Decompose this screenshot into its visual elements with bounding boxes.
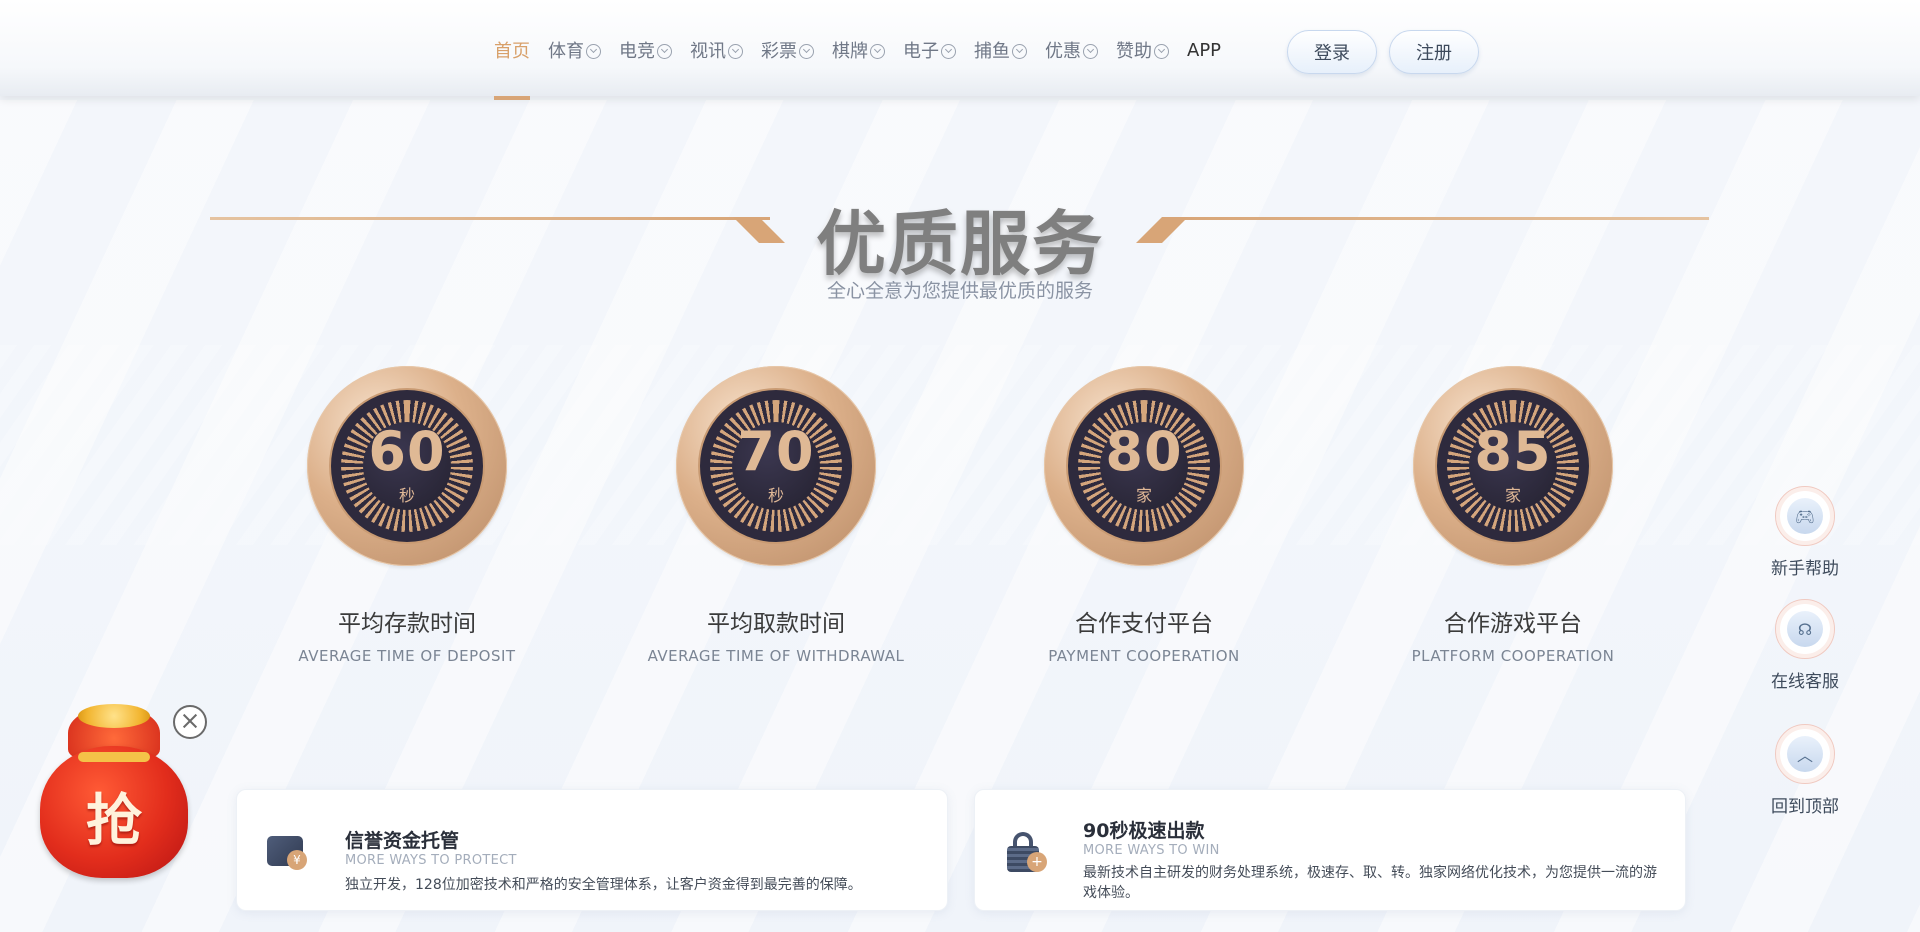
stat-value: 60 xyxy=(368,420,446,483)
stat-subtitle: PLATFORM COOPERATION xyxy=(1411,647,1615,665)
chevron-down-icon xyxy=(1012,43,1027,59)
card-subtitle: MORE WAYS TO PROTECT xyxy=(345,853,517,868)
nav-item-chess-cards[interactable]: 棋牌 xyxy=(832,0,885,100)
main-nav: 首页 体育 电竞 视讯 彩票 棋牌 电子 捕鱼 优惠 赞助 APP xyxy=(494,0,1239,100)
medal-badge: 85 家 xyxy=(1413,366,1613,566)
chevron-up-icon: ︿ xyxy=(1787,736,1823,772)
card-title: 90秒极速出款 xyxy=(1083,820,1205,842)
gold-coins-icon xyxy=(78,704,150,728)
nav-item-label: 首页 xyxy=(494,41,530,62)
feature-card-fund-custody: ¥ 信誉资金托管 MORE WAYS TO PROTECT 独立开发，128位加… xyxy=(236,789,948,911)
stat-value: 80 xyxy=(1105,420,1183,483)
nav-item-label: 彩票 xyxy=(761,41,797,62)
stat-game-platforms: 85 家 合作游戏平台 PLATFORM COOPERATION xyxy=(1363,366,1663,665)
section-subtitle: 全心全意为您提供最优质的服务 xyxy=(826,280,1093,302)
side-customer-service-button[interactable]: ☊ 在线客服 xyxy=(1760,599,1850,692)
card-description: 独立开发，128位加密技术和严格的安全管理体系，让客户资金得到最完善的保障。 xyxy=(345,877,862,893)
nav-item-esports[interactable]: 电竞 xyxy=(619,0,672,100)
nav-item-live-video[interactable]: 视讯 xyxy=(690,0,743,100)
register-button[interactable]: 注册 xyxy=(1389,30,1479,74)
nav-item-label: 捕鱼 xyxy=(974,41,1010,62)
medal-badge: 80 家 xyxy=(1044,366,1244,566)
chevron-down-icon xyxy=(657,43,672,59)
stat-unit: 秒 xyxy=(767,486,784,505)
side-back-to-top-button[interactable]: ︿ 回到顶部 xyxy=(1760,724,1850,817)
stat-payment-platforms: 80 家 合作支付平台 PAYMENT COOPERATION xyxy=(994,366,1294,665)
medal-badge: 70 秒 xyxy=(676,366,876,566)
stat-deposit-time: 60 秒 平均存款时间 AVERAGE TIME OF DEPOSIT xyxy=(257,366,557,665)
side-service-label: 在线客服 xyxy=(1771,672,1839,692)
chevron-down-icon xyxy=(728,43,743,59)
stat-title: 合作支付平台 xyxy=(1075,611,1213,637)
nav-item-label: 电子 xyxy=(903,41,939,62)
stat-title: 平均存款时间 xyxy=(338,611,476,637)
stat-unit: 家 xyxy=(1504,486,1521,505)
stat-value: 70 xyxy=(737,420,815,483)
nav-item-label: 优惠 xyxy=(1045,41,1081,62)
plus-badge-icon: + xyxy=(1027,852,1047,872)
login-button[interactable]: 登录 xyxy=(1287,30,1377,74)
chevron-down-icon xyxy=(799,43,814,59)
auth-buttons: 登录 注册 xyxy=(1287,30,1491,74)
nav-item-fishing[interactable]: 捕鱼 xyxy=(974,0,1027,100)
stat-withdrawal-time: 70 秒 平均取款时间 AVERAGE TIME OF WITHDRAWAL xyxy=(626,366,926,665)
card-subtitle: MORE WAYS TO WIN xyxy=(1083,843,1220,858)
top-header: 首页 体育 电竞 视讯 彩票 棋牌 电子 捕鱼 优惠 赞助 APP 登录 注册 xyxy=(0,0,1920,100)
red-envelope-promo[interactable]: 抢 xyxy=(38,704,190,878)
nav-item-lottery[interactable]: 彩票 xyxy=(761,0,814,100)
stat-subtitle: AVERAGE TIME OF DEPOSIT xyxy=(298,647,516,665)
nav-item-promotions[interactable]: 优惠 xyxy=(1045,0,1098,100)
section-title: 优质服务 xyxy=(816,203,1104,285)
lock-icon: + xyxy=(1005,832,1049,872)
nav-item-electronic[interactable]: 电子 xyxy=(903,0,956,100)
stat-unit: 秒 xyxy=(398,486,415,505)
nav-item-label: 棋牌 xyxy=(832,41,868,62)
card-title: 信誉资金托管 xyxy=(345,830,460,852)
chevron-down-icon xyxy=(1154,43,1169,59)
nav-item-sports[interactable]: 体育 xyxy=(548,0,601,100)
yuan-badge-icon: ¥ xyxy=(287,850,307,870)
nav-item-label: 电竞 xyxy=(619,41,655,62)
stat-subtitle: AVERAGE TIME OF WITHDRAWAL xyxy=(647,647,905,665)
side-top-label: 回到顶部 xyxy=(1771,797,1839,817)
nav-item-label: 体育 xyxy=(548,41,584,62)
stat-value: 85 xyxy=(1474,420,1552,483)
nav-item-label: APP xyxy=(1187,39,1222,61)
card-description: 最新技术自主研发的财务处理系统，极速存、取、转。独家网络优化技术，为您提供一流的… xyxy=(1083,865,1657,901)
stat-unit: 家 xyxy=(1135,486,1152,505)
headset-icon: ☊ xyxy=(1787,611,1823,647)
chevron-down-icon xyxy=(941,43,956,59)
close-icon[interactable] xyxy=(173,705,207,739)
nav-item-sponsorship[interactable]: 赞助 xyxy=(1116,0,1169,100)
chevron-down-icon xyxy=(1083,43,1098,59)
stat-title: 平均取款时间 xyxy=(707,611,845,637)
nav-item-app[interactable]: APP xyxy=(1187,0,1221,100)
stat-title: 合作游戏平台 xyxy=(1444,611,1582,637)
gamepad-icon: 🎮︎ xyxy=(1787,498,1823,534)
nav-item-label: 赞助 xyxy=(1116,41,1152,62)
medal-badge: 60 秒 xyxy=(307,366,507,566)
nav-item-label: 视讯 xyxy=(690,41,726,62)
wallet-icon: ¥ xyxy=(267,832,311,872)
feature-card-fast-withdrawal: + 90秒极速出款 MORE WAYS TO WIN 最新技术自主研发的财务处理… xyxy=(974,789,1686,911)
chevron-down-icon xyxy=(586,43,601,59)
side-help-button[interactable]: 🎮︎ 新手帮助 xyxy=(1760,486,1850,579)
nav-item-home[interactable]: 首页 xyxy=(494,0,530,100)
chevron-down-icon xyxy=(870,43,885,59)
side-help-label: 新手帮助 xyxy=(1771,559,1839,579)
red-envelope-label: 抢 xyxy=(86,789,142,854)
stat-subtitle: PAYMENT COOPERATION xyxy=(1048,647,1240,665)
